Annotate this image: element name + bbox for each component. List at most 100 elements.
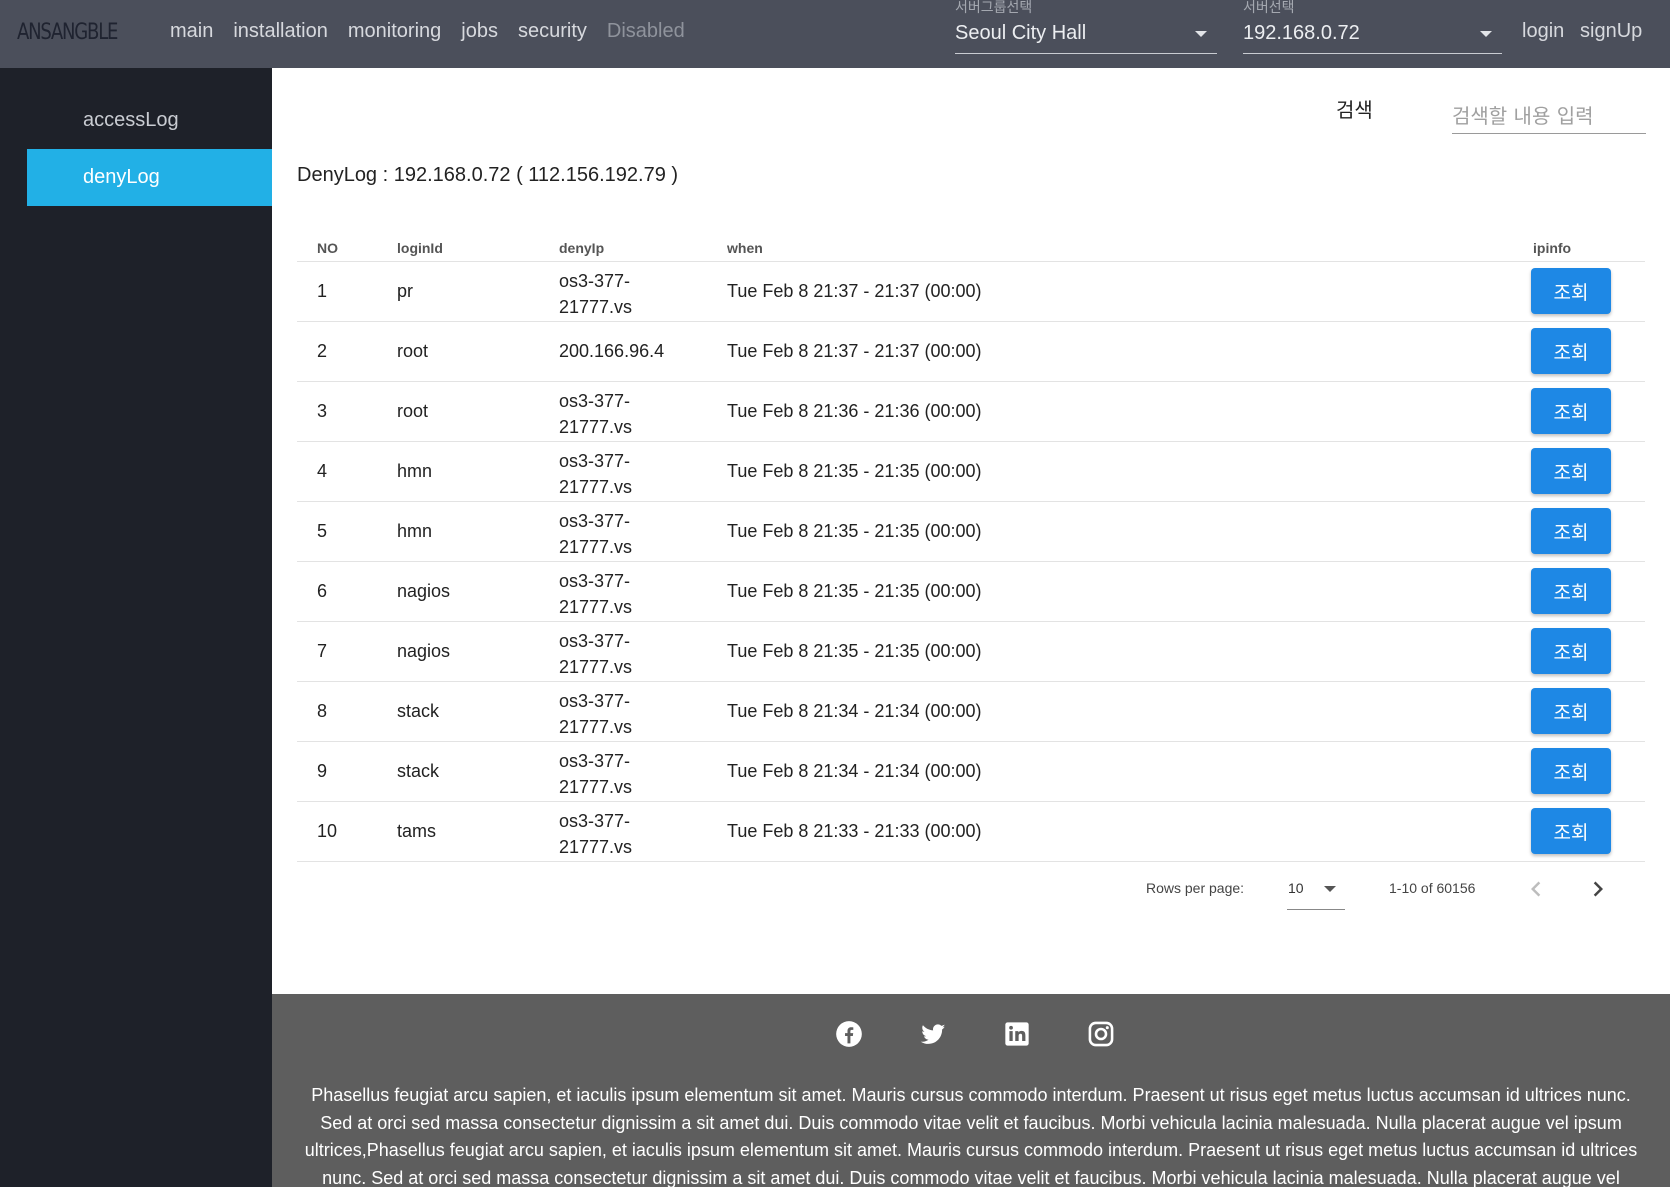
ipinfo-lookup-button[interactable]: 조회 bbox=[1531, 688, 1611, 734]
login-button[interactable]: login bbox=[1522, 20, 1564, 43]
cell-when: Tue Feb 8 21:35 - 21:35 (00:00) bbox=[727, 521, 982, 541]
cell-denyip: os3-377-21777.vs bbox=[559, 751, 633, 797]
table-row: 9 stack os3-377-21777.vs Tue Feb 8 21:34… bbox=[297, 741, 1645, 801]
ipinfo-lookup-button[interactable]: 조회 bbox=[1531, 568, 1611, 614]
cell-when: Tue Feb 8 21:37 - 21:37 (00:00) bbox=[727, 281, 982, 301]
cell-denyip: os3-377-21777.vs bbox=[559, 811, 633, 857]
cell-no: 9 bbox=[317, 761, 328, 781]
rows-per-page-value: 10 bbox=[1288, 880, 1304, 896]
cell-loginid: hmn bbox=[397, 461, 433, 481]
pagination-range: 1-10 of 60156 bbox=[1389, 880, 1476, 896]
cell-when: Tue Feb 8 21:33 - 21:33 (00:00) bbox=[727, 821, 982, 841]
column-header-no[interactable]: NO bbox=[317, 240, 338, 256]
ipinfo-lookup-button[interactable]: 조회 bbox=[1531, 328, 1611, 374]
sidebar-item-accesslog[interactable]: accessLog bbox=[27, 92, 272, 149]
column-header-when[interactable]: when bbox=[727, 240, 763, 256]
ipinfo-lookup-button[interactable]: 조회 bbox=[1531, 388, 1611, 434]
cell-denyip: os3-377-21777.vs bbox=[559, 691, 633, 737]
chevron-down-icon[interactable] bbox=[1195, 31, 1207, 37]
cell-loginid: stack bbox=[397, 701, 440, 721]
chevron-down-icon[interactable] bbox=[1324, 886, 1336, 892]
table-row: 2 root 200.166.96.4 Tue Feb 8 21:37 - 21… bbox=[297, 321, 1645, 381]
cell-loginid: tams bbox=[397, 821, 437, 841]
ipinfo-lookup-button[interactable]: 조회 bbox=[1531, 268, 1611, 314]
cell-when: Tue Feb 8 21:37 - 21:37 (00:00) bbox=[727, 341, 982, 361]
search-input[interactable] bbox=[1452, 88, 1646, 134]
cell-loginid: stack bbox=[397, 761, 440, 781]
table-row: 5 hmn os3-377-21777.vs Tue Feb 8 21:35 -… bbox=[297, 501, 1645, 561]
ipinfo-lookup-button[interactable]: 조회 bbox=[1531, 628, 1611, 674]
linkedin-icon[interactable] bbox=[1003, 1020, 1031, 1048]
nav-monitoring[interactable]: monitoring bbox=[348, 20, 441, 43]
search-label: 검색 bbox=[1336, 100, 1373, 122]
twitter-icon[interactable] bbox=[919, 1020, 947, 1048]
facebook-icon[interactable] bbox=[835, 1020, 863, 1048]
nav-main[interactable]: main bbox=[170, 20, 213, 43]
cell-denyip: os3-377-21777.vs bbox=[559, 571, 633, 617]
cell-no: 10 bbox=[317, 821, 338, 841]
ipinfo-lookup-button[interactable]: 조회 bbox=[1531, 808, 1611, 854]
table-pagination: Rows per page: 10 1-10 of 60156 bbox=[297, 868, 1645, 928]
cell-no: 5 bbox=[317, 521, 328, 541]
server-group-label: 서버그룹선택 bbox=[955, 0, 1033, 15]
app-logo[interactable]: ANSANGBLE bbox=[17, 20, 118, 45]
chevron-left-icon[interactable] bbox=[1521, 874, 1551, 904]
chevron-down-icon[interactable] bbox=[1480, 31, 1492, 37]
main-nav: main installation monitoring jobs securi… bbox=[170, 20, 705, 43]
cell-loginid: root bbox=[397, 401, 429, 421]
rows-per-page-select[interactable]: 10 bbox=[1287, 868, 1345, 910]
main-content: 검색 DenyLog : 192.168.0.72 ( 112.156.192.… bbox=[272, 68, 1670, 994]
server-select[interactable]: 서버선택 192.168.0.72 bbox=[1243, 0, 1502, 54]
ipinfo-lookup-button[interactable]: 조회 bbox=[1531, 448, 1611, 494]
table-row: 7 nagios os3-377-21777.vs Tue Feb 8 21:3… bbox=[297, 621, 1645, 681]
sidebar-item-denylog[interactable]: denyLog bbox=[27, 149, 272, 206]
nav-security[interactable]: security bbox=[518, 20, 587, 43]
nav-jobs[interactable]: jobs bbox=[461, 20, 498, 43]
table-row: 8 stack os3-377-21777.vs Tue Feb 8 21:34… bbox=[297, 681, 1645, 741]
instagram-icon[interactable] bbox=[1087, 1020, 1115, 1048]
table-row: 10 tams os3-377-21777.vs Tue Feb 8 21:33… bbox=[297, 801, 1645, 861]
table-row: 4 hmn os3-377-21777.vs Tue Feb 8 21:35 -… bbox=[297, 441, 1645, 501]
cell-denyip: os3-377-21777.vs bbox=[559, 451, 633, 497]
cell-when: Tue Feb 8 21:35 - 21:35 (00:00) bbox=[727, 461, 982, 481]
cell-loginid: nagios bbox=[397, 581, 451, 601]
column-header-denyip[interactable]: denyIp bbox=[559, 240, 604, 256]
cell-when: Tue Feb 8 21:36 - 21:36 (00:00) bbox=[727, 401, 982, 421]
server-value: 192.168.0.72 bbox=[1243, 22, 1360, 44]
server-group-value: Seoul City Hall bbox=[955, 22, 1087, 44]
server-label: 서버선택 bbox=[1243, 0, 1295, 15]
table-title: DenyLog : 192.168.0.72 ( 112.156.192.79 … bbox=[297, 164, 679, 186]
cell-no: 7 bbox=[317, 641, 328, 661]
cell-denyip: os3-377-21777.vs bbox=[559, 271, 633, 317]
footer-text: Phasellus feugiat arcu sapien, et iaculi… bbox=[304, 1085, 1638, 1187]
table-row: 6 nagios os3-377-21777.vs Tue Feb 8 21:3… bbox=[297, 561, 1645, 621]
cell-loginid: root bbox=[397, 341, 429, 361]
top-app-bar: ANSANGBLE main installation monitoring j… bbox=[0, 0, 1670, 68]
rows-per-page-label: Rows per page: bbox=[1146, 880, 1245, 896]
cell-no: 4 bbox=[317, 461, 328, 481]
table-row: 1 pr os3-377-21777.vs Tue Feb 8 21:37 - … bbox=[297, 261, 1645, 321]
cell-denyip: os3-377-21777.vs bbox=[559, 631, 633, 677]
cell-when: Tue Feb 8 21:35 - 21:35 (00:00) bbox=[727, 641, 982, 661]
ipinfo-lookup-button[interactable]: 조회 bbox=[1531, 748, 1611, 794]
server-group-select[interactable]: 서버그룹선택 Seoul City Hall bbox=[955, 0, 1217, 54]
signup-button[interactable]: signUp bbox=[1580, 20, 1642, 43]
nav-installation[interactable]: installation bbox=[233, 20, 328, 43]
ipinfo-lookup-button[interactable]: 조회 bbox=[1531, 508, 1611, 554]
column-header-loginid[interactable]: loginId bbox=[397, 240, 443, 256]
cell-denyip: os3-377-21777.vs bbox=[559, 391, 633, 437]
table-row: 3 root os3-377-21777.vs Tue Feb 8 21:36 … bbox=[297, 381, 1645, 441]
cell-loginid: pr bbox=[397, 281, 414, 301]
cell-no: 8 bbox=[317, 701, 328, 721]
nav-disabled: Disabled bbox=[606, 20, 685, 42]
cell-no: 6 bbox=[317, 581, 328, 601]
table-bottom-divider bbox=[297, 861, 1645, 862]
cell-denyip: os3-377-21777.vs bbox=[559, 511, 633, 557]
cell-when: Tue Feb 8 21:34 - 21:34 (00:00) bbox=[727, 701, 982, 721]
cell-when: Tue Feb 8 21:34 - 21:34 (00:00) bbox=[727, 761, 982, 781]
chevron-right-icon[interactable] bbox=[1583, 874, 1613, 904]
column-header-ipinfo[interactable]: ipinfo bbox=[1533, 240, 1571, 256]
cell-loginid: nagios bbox=[397, 641, 451, 661]
footer: Phasellus feugiat arcu sapien, et iaculi… bbox=[272, 994, 1670, 1187]
cell-when: Tue Feb 8 21:35 - 21:35 (00:00) bbox=[727, 581, 982, 601]
